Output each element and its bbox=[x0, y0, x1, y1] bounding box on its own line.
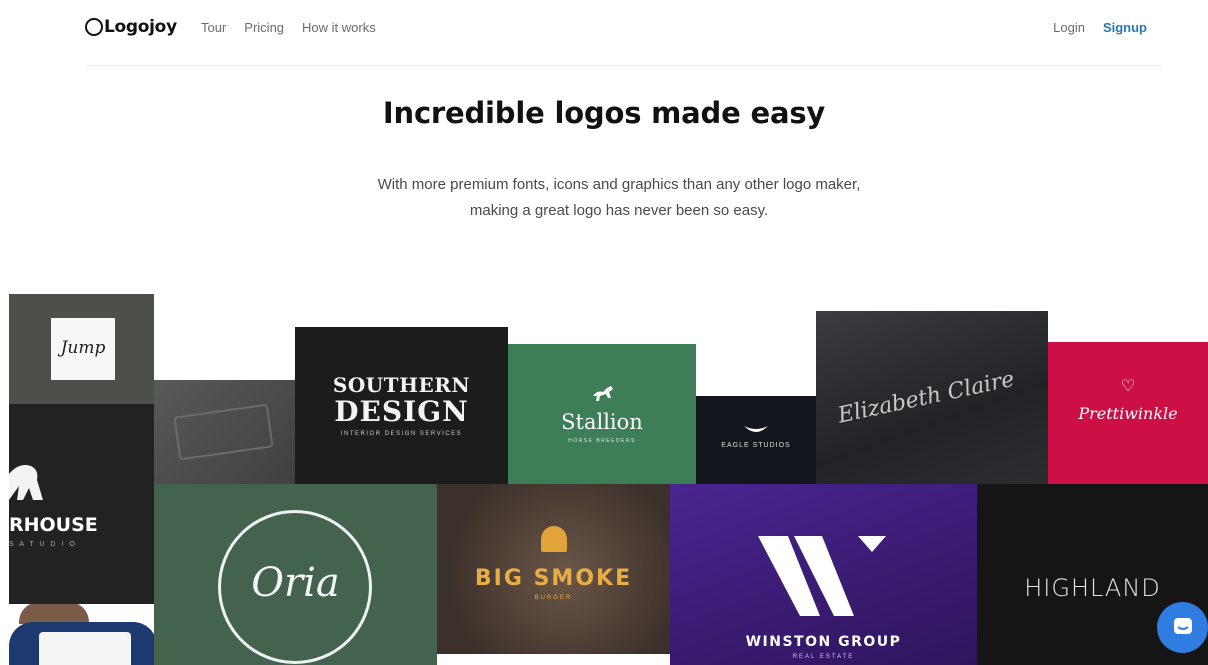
logo-tile-winston-group: WINSTON GROUP REAL ESTATE bbox=[670, 484, 977, 665]
winston-w-icon bbox=[758, 536, 886, 616]
embossed-mark bbox=[173, 403, 274, 461]
eagle-icon bbox=[744, 426, 768, 432]
jump-card: Jump bbox=[51, 318, 115, 380]
stallion-logo-subtext: HORSE BREEDERS bbox=[568, 438, 636, 444]
winston-logo-subtext: REAL ESTATE bbox=[792, 654, 855, 660]
top-nav: Logojoy Tour Pricing How it works Login … bbox=[85, 0, 1163, 66]
logo-text: Logojoy bbox=[104, 17, 177, 37]
burger-icon bbox=[541, 526, 567, 552]
logo-tile-warehouse: RHOUSE S A T U D I O bbox=[9, 404, 154, 604]
gorilla-icon bbox=[9, 465, 43, 500]
chat-icon bbox=[1174, 618, 1192, 634]
nav-link-pricing[interactable]: Pricing bbox=[244, 20, 284, 35]
logo-ring-icon bbox=[85, 18, 103, 36]
bigsmoke-logo-subtext: BURGER bbox=[534, 595, 573, 601]
jump-logo-text: Jump bbox=[60, 338, 106, 358]
elizabeth-logo-text: Elizabeth Claire bbox=[835, 366, 1017, 429]
logojoy-logo[interactable]: Logojoy bbox=[85, 17, 177, 37]
logo-tile-southern-design: SOUTHERN DESIGN INTERIOR DESIGN SERVICES bbox=[295, 327, 508, 484]
hero-subtitle-line-2: making a great logo has never been so ea… bbox=[469, 202, 769, 219]
logo-tile-stallion: Stallion HORSE BREEDERS bbox=[508, 344, 696, 484]
person-head bbox=[19, 604, 89, 624]
logo-tile-oria: Oria bbox=[154, 484, 437, 665]
warehouse-logo-subtext: S A T U D I O bbox=[9, 541, 77, 548]
hero-subtitle: With more premium fonts, icons and graph… bbox=[0, 172, 1208, 224]
southern-logo-text: SOUTHERN bbox=[332, 373, 471, 397]
hero-title: Incredible logos made easy bbox=[382, 96, 826, 130]
design-logo-text: DESIGN bbox=[334, 395, 469, 428]
logo-tile-elizabeth-claire: Elizabeth Claire bbox=[816, 311, 1048, 484]
winston-logo-text: WINSTON GROUP bbox=[745, 634, 902, 650]
hero-subtitle-line-1: With more premium fonts, icons and graph… bbox=[377, 176, 861, 193]
logo-tile-big-smoke: BIG SMOKE BURGER bbox=[437, 484, 670, 665]
bigsmoke-logo-text: BIG SMOKE bbox=[474, 566, 633, 591]
oria-logo-text: Oria bbox=[251, 560, 340, 606]
nav-link-how-it-works[interactable]: How it works bbox=[302, 20, 376, 35]
nav-auth: Login Signup bbox=[1053, 20, 1147, 35]
eagle-logo-text: EAGLE STUDIOS bbox=[721, 442, 791, 449]
heart-icon: ♡ bbox=[1120, 378, 1136, 395]
chat-launcher-button[interactable] bbox=[1157, 602, 1208, 653]
warehouse-logo-text: RHOUSE bbox=[9, 514, 98, 536]
southern-logo-subtext: INTERIOR DESIGN SERVICES bbox=[340, 431, 463, 437]
prettiwinkle-logo-text: Prettiwinkle bbox=[1078, 404, 1178, 423]
nav-link-tour[interactable]: Tour bbox=[201, 20, 226, 35]
apron bbox=[39, 632, 131, 665]
logo-tile-apron bbox=[9, 604, 154, 665]
logo-tile-prettiwinkle: ♡ Prettiwinkle bbox=[1048, 342, 1208, 484]
login-link[interactable]: Login bbox=[1053, 20, 1085, 35]
logo-tile-jump: Jump bbox=[9, 294, 154, 404]
highland-logo-text: HIGHLAND bbox=[1024, 574, 1161, 602]
stallion-logo-text: Stallion bbox=[561, 410, 643, 434]
nav-links: Tour Pricing How it works bbox=[201, 20, 394, 35]
logo-tile-embossed bbox=[154, 380, 295, 484]
horse-icon bbox=[593, 386, 613, 401]
logo-tile-eagle-studios: EAGLE STUDIOS bbox=[696, 396, 816, 484]
signup-link[interactable]: Signup bbox=[1103, 20, 1147, 35]
bigsmoke-bottom-strip bbox=[437, 654, 670, 665]
